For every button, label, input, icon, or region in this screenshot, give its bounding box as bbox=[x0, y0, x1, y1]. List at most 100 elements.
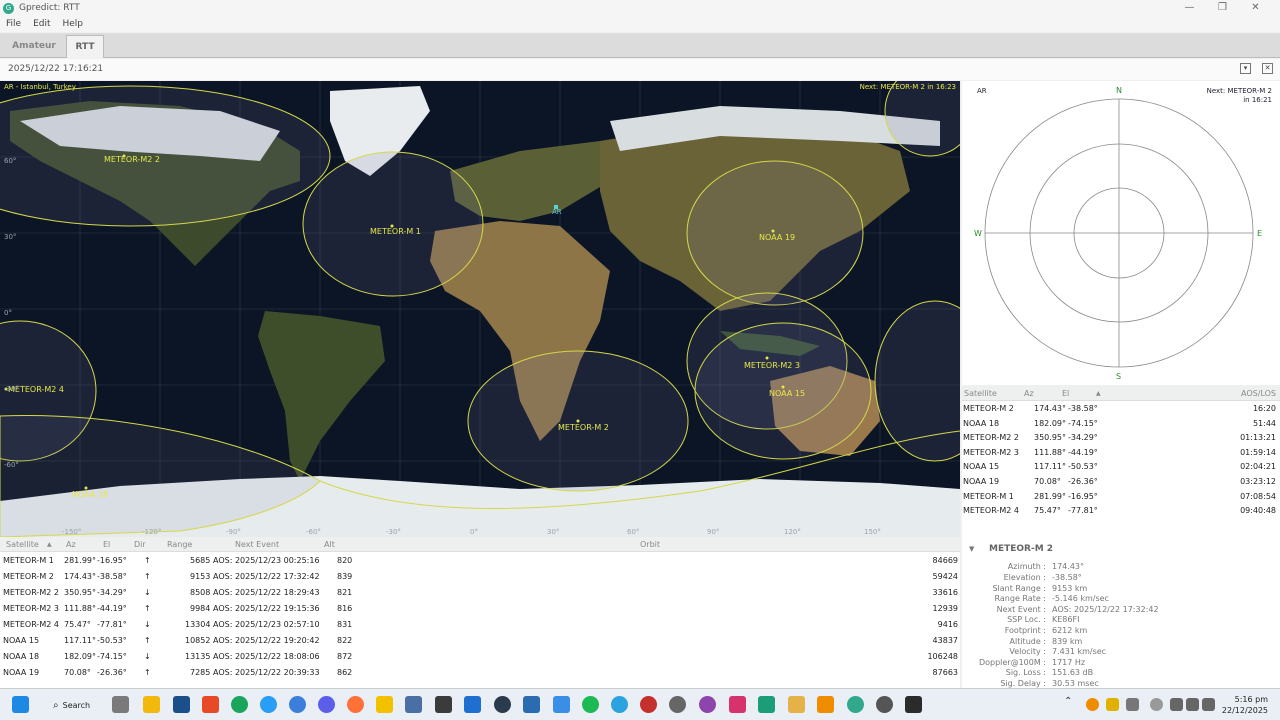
tray-app-icon[interactable] bbox=[1106, 698, 1119, 711]
table-row[interactable]: METEOR-M2 2 350.95° -34.29° ↓ 8508 AOS: 2025/… bbox=[0, 584, 960, 600]
file-explorer-icon[interactable] bbox=[143, 696, 160, 713]
detail-value: -5.146 km/sec bbox=[1052, 594, 1109, 603]
module-close-icon[interactable]: ✕ bbox=[1262, 63, 1273, 74]
table-row[interactable]: NOAA 19 70.08° -26.36° 03:23:12 bbox=[962, 474, 1280, 489]
collapse-toggle-icon[interactable]: ▼ bbox=[969, 545, 974, 553]
terminal-icon[interactable] bbox=[905, 696, 922, 713]
tab-amateur[interactable]: Amateur bbox=[2, 35, 66, 58]
app-icon[interactable] bbox=[494, 696, 511, 713]
app-icon[interactable] bbox=[669, 696, 686, 713]
table-row[interactable]: METEOR-M2 3 111.88° -44.19° 01:59:14 bbox=[962, 445, 1280, 460]
sublime-text-icon[interactable] bbox=[817, 696, 834, 713]
col-header-orbit[interactable]: Orbit bbox=[640, 540, 660, 549]
col-header-next-event[interactable]: Next Event bbox=[235, 540, 279, 549]
table-row[interactable]: METEOR-M2 2 350.95° -34.29° 01:13:21 bbox=[962, 430, 1280, 445]
col-header-az[interactable]: Az bbox=[66, 540, 76, 549]
polar-view[interactable]: N S E W AR Next: METEOR-M 2 in 16:21 bbox=[962, 81, 1280, 385]
menu-help[interactable]: Help bbox=[63, 19, 84, 29]
app-icon[interactable] bbox=[173, 696, 190, 713]
cell-orbit: 12939 bbox=[932, 604, 958, 613]
col-header-dir[interactable]: Dir bbox=[134, 540, 146, 549]
table-row[interactable]: NOAA 15 117.11° -50.53° ↑ 10852 AOS: 2025/12/… bbox=[0, 632, 960, 648]
battery-icon[interactable] bbox=[1202, 698, 1215, 711]
cell-satellite: METEOR-M 1 bbox=[3, 556, 54, 565]
table-row[interactable]: NOAA 18 182.09° -74.15° 51:44 bbox=[962, 416, 1280, 431]
cell-range: 8508 bbox=[190, 588, 211, 597]
app-icon[interactable] bbox=[376, 696, 393, 713]
table-header: Satellite ▲ Az El Dir Range Next Event A… bbox=[0, 537, 960, 552]
edge-browser-icon[interactable] bbox=[231, 696, 248, 713]
detail-value: -38.58° bbox=[1052, 573, 1082, 582]
app-icon[interactable] bbox=[758, 696, 775, 713]
app-icon[interactable] bbox=[553, 696, 570, 713]
title-bar: G Gpredict: RTT — ❐ ✕ bbox=[0, 0, 1280, 16]
maximize-button[interactable]: ❐ bbox=[1206, 0, 1239, 16]
app-icon[interactable] bbox=[876, 696, 893, 713]
app-icon[interactable] bbox=[523, 696, 540, 713]
taskbar-clock[interactable]: 5:16 pm 22/12/2025 bbox=[1222, 694, 1268, 716]
cell-range: 9984 bbox=[190, 604, 211, 613]
app-icon[interactable] bbox=[640, 696, 657, 713]
col-header-az[interactable]: Az bbox=[1024, 389, 1034, 398]
sat-label-meteor-m-2: METEOR-M 2 bbox=[558, 423, 609, 432]
cell-az: 75.47° bbox=[1034, 506, 1061, 516]
table-row[interactable]: NOAA 18 182.09° -74.15° ↓ 13135 AOS: 2025/12/… bbox=[0, 648, 960, 664]
telegram-icon[interactable] bbox=[611, 696, 628, 713]
table-row[interactable]: NOAA 19 70.08° -26.36° ↑ 7285 AOS: 2025/12/22… bbox=[0, 664, 960, 680]
table-row[interactable]: METEOR-M2 4 75.47° -77.81° ↓ 13304 AOS: 2025/… bbox=[0, 616, 960, 632]
volume-icon[interactable] bbox=[1186, 698, 1199, 711]
gpredict-taskbar-icon[interactable] bbox=[847, 696, 864, 713]
tray-app-icon[interactable] bbox=[1086, 698, 1099, 711]
sat-marker-meteor-m2-3[interactable] bbox=[765, 356, 769, 360]
col-header-aos-los[interactable]: AOS/LOS bbox=[1241, 389, 1276, 398]
detail-value: 151.63 dB bbox=[1052, 668, 1094, 677]
chrome-icon[interactable] bbox=[289, 696, 306, 713]
satellite-list-view: Satellite ▲ Az El Dir Range Next Event A… bbox=[0, 537, 960, 688]
table-row[interactable]: METEOR-M 2 174.43° -38.58° ↑ 9153 AOS: 2025/1… bbox=[0, 568, 960, 584]
app-icon[interactable] bbox=[260, 696, 277, 713]
tray-app-icon[interactable] bbox=[1150, 698, 1163, 711]
table-row[interactable]: METEOR-M 2 174.43° -38.58° 16:20 bbox=[962, 401, 1280, 416]
col-header-alt[interactable]: Alt bbox=[324, 540, 335, 549]
app-icon[interactable] bbox=[435, 696, 452, 713]
table-row[interactable]: METEOR-M 1 281.99° -16.95° 07:08:54 bbox=[962, 489, 1280, 504]
menu-edit[interactable]: Edit bbox=[33, 19, 50, 29]
world-map[interactable]: METEOR-M2 2 METEOR-M 1 NOAA 19 METEOR-M2… bbox=[0, 81, 960, 537]
tray-app-icon[interactable] bbox=[1126, 698, 1139, 711]
col-header-el[interactable]: El bbox=[103, 540, 110, 549]
minimize-button[interactable]: — bbox=[1173, 0, 1206, 16]
close-button[interactable]: ✕ bbox=[1239, 0, 1272, 16]
app-icon[interactable] bbox=[729, 696, 746, 713]
firefox-icon[interactable] bbox=[347, 696, 364, 713]
spotify-icon[interactable] bbox=[582, 696, 599, 713]
col-header-satellite[interactable]: Satellite bbox=[964, 389, 997, 398]
col-header-satellite[interactable]: Satellite bbox=[6, 540, 39, 549]
menu-file[interactable]: File bbox=[6, 19, 21, 29]
windows-start-icon[interactable] bbox=[12, 696, 29, 713]
table-row[interactable]: NOAA 15 117.11° -50.53° 02:04:21 bbox=[962, 459, 1280, 474]
detail-label: Velocity : bbox=[1009, 647, 1046, 656]
cell-el: -26.36° bbox=[1068, 476, 1098, 486]
west-label: W bbox=[974, 229, 982, 238]
brave-browser-icon[interactable] bbox=[202, 696, 219, 713]
app-icon[interactable] bbox=[464, 696, 481, 713]
cell-aos-los: 16:20 bbox=[1252, 404, 1276, 413]
detail-label: Elevation : bbox=[1003, 573, 1046, 582]
table-row[interactable]: METEOR-M2 3 111.88° -44.19° ↑ 9984 AOS: 2025/… bbox=[0, 600, 960, 616]
app-icon[interactable] bbox=[788, 696, 805, 713]
task-view-icon[interactable] bbox=[112, 696, 129, 713]
taskbar-search[interactable]: ⌕ Search bbox=[43, 694, 100, 716]
col-header-el[interactable]: El bbox=[1062, 389, 1069, 398]
tab-rtt[interactable]: RTT bbox=[66, 35, 104, 58]
col-header-range[interactable]: Range bbox=[167, 540, 192, 549]
chevron-up-icon[interactable]: ⌃ bbox=[1064, 696, 1076, 713]
app-icon[interactable] bbox=[318, 696, 335, 713]
network-icon[interactable] bbox=[1170, 698, 1183, 711]
table-row[interactable]: METEOR-M 1 281.99° -16.95° ↑ 5685 AOS: 2025/1… bbox=[0, 552, 960, 568]
app-icon[interactable] bbox=[699, 696, 716, 713]
world-map-canvas: METEOR-M2 2 METEOR-M 1 NOAA 19 METEOR-M2… bbox=[0, 81, 960, 537]
module-options-icon[interactable]: ▾ bbox=[1240, 63, 1251, 74]
cell-az: 182.09° bbox=[1034, 418, 1066, 428]
table-row[interactable]: METEOR-M2 4 75.47° -77.81° 09:40:48 bbox=[962, 503, 1280, 518]
app-icon[interactable] bbox=[405, 696, 422, 713]
